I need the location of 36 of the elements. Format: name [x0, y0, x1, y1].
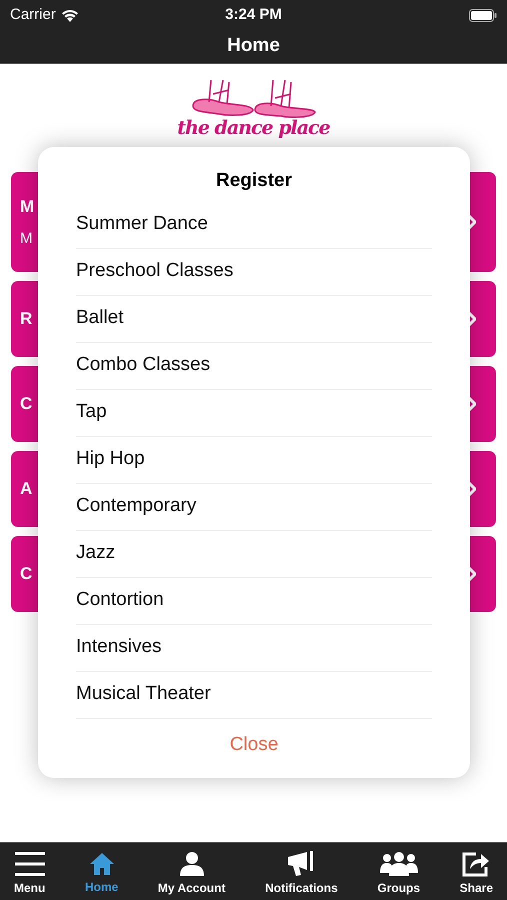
dialog-option[interactable]: Contemporary: [76, 484, 432, 530]
battery-icon: [469, 8, 497, 22]
card-title: R: [20, 308, 32, 330]
logo-text: the dance place: [177, 118, 330, 138]
dialog-option[interactable]: Summer Dance: [76, 202, 432, 248]
tab-item[interactable]: Home: [84, 848, 118, 896]
status-time: 3:24 PM: [225, 4, 282, 25]
card-title: M: [20, 196, 34, 218]
dialog-option[interactable]: Tap: [76, 390, 432, 436]
dialog-option[interactable]: Musical Theater: [76, 672, 432, 718]
dialog-option[interactable]: Preschool Classes: [76, 248, 432, 296]
tab-item[interactable]: My Account: [158, 846, 226, 896]
megaphone-icon: [287, 850, 316, 876]
share-icon: [462, 850, 490, 876]
menu-icon: [14, 850, 45, 876]
dialog-option[interactable]: Ballet: [76, 296, 432, 342]
users-icon: [378, 850, 419, 876]
tab-item[interactable]: Notifications: [265, 846, 338, 896]
dialog-option[interactable]: Combo Classes: [76, 342, 432, 390]
dialog-title: Register: [216, 169, 292, 193]
card-subtitle: M: [20, 228, 34, 248]
tab-item[interactable]: Menu: [14, 846, 46, 896]
dialog-option[interactable]: Hip Hop: [76, 436, 432, 484]
nav-title: Home: [227, 34, 280, 58]
carrier-label: Carrier: [10, 4, 56, 25]
card-title: A: [20, 478, 32, 500]
tab-item[interactable]: Share: [460, 846, 493, 896]
dialog-option[interactable]: Jazz: [76, 530, 432, 578]
dialog-option[interactable]: Intensives: [76, 624, 432, 672]
card-title: C: [20, 563, 32, 586]
tab-item[interactable]: Groups: [377, 846, 420, 896]
home-icon: [88, 852, 115, 876]
card-title: C: [20, 393, 32, 416]
user-icon: [178, 850, 205, 876]
dialog-option[interactable]: Contortion: [76, 578, 432, 624]
wifi-icon: [60, 8, 79, 22]
